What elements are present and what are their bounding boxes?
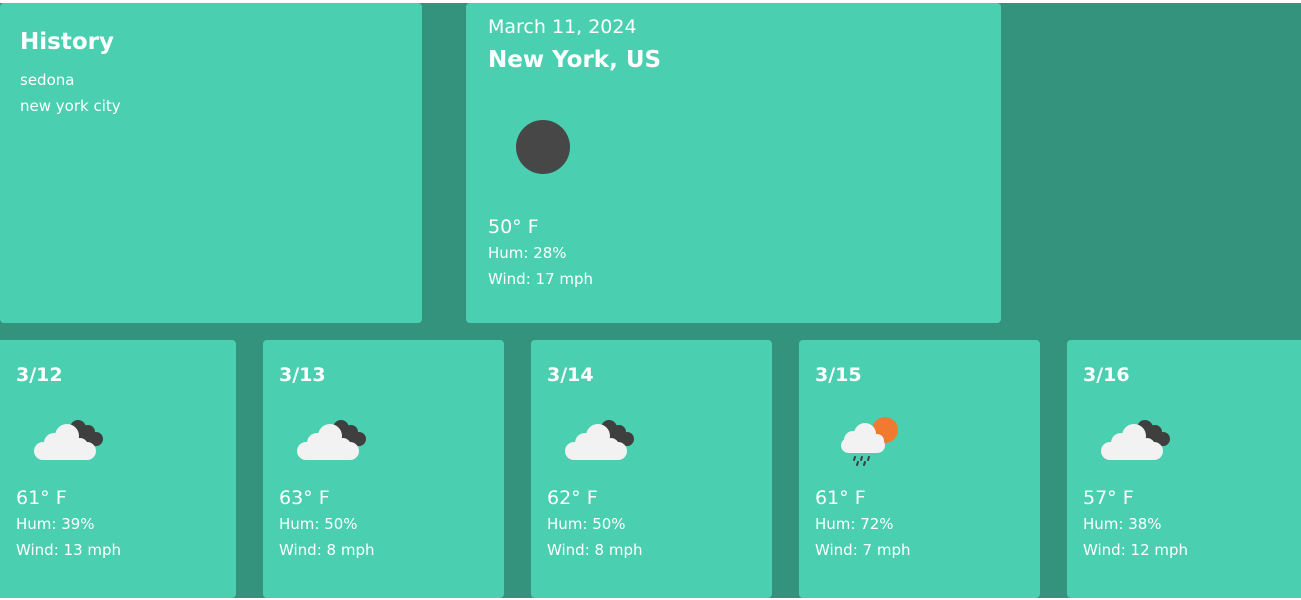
current-weather-card: March 11, 2024 New York, US 50° F Hum: 2… bbox=[466, 3, 1001, 323]
forecast-humidity: Hum: 39% bbox=[16, 515, 95, 533]
history-item-sedona[interactable]: sedona bbox=[20, 67, 402, 93]
rain-sun-icon bbox=[829, 406, 909, 466]
forecast-humidity: Hum: 72% bbox=[815, 515, 894, 533]
forecast-card: 3/14 62° F Hum: 50% Wind: 8 mph bbox=[531, 340, 772, 598]
forecast-date: 3/14 bbox=[547, 364, 594, 386]
current-wind: Wind: 17 mph bbox=[488, 270, 594, 288]
forecast-humidity: Hum: 38% bbox=[1083, 515, 1162, 533]
forecast-wind: Wind: 7 mph bbox=[815, 541, 911, 559]
history-title: History bbox=[20, 29, 114, 55]
forecast-date: 3/12 bbox=[16, 364, 63, 386]
cloudy-icon bbox=[561, 406, 641, 466]
forecast-date: 3/16 bbox=[1083, 364, 1130, 386]
forecast-temperature: 62° F bbox=[547, 487, 598, 509]
history-list: sedona new york city bbox=[20, 67, 402, 119]
cloudy-icon bbox=[30, 406, 110, 466]
forecast-card: 3/16 57° F Hum: 38% Wind: 12 mph bbox=[1067, 340, 1301, 598]
current-date: March 11, 2024 bbox=[488, 16, 637, 38]
current-humidity: Hum: 28% bbox=[488, 244, 567, 262]
forecast-temperature: 63° F bbox=[279, 487, 330, 509]
forecast-humidity: Hum: 50% bbox=[279, 515, 358, 533]
clear-night-moon-icon bbox=[515, 119, 571, 175]
forecast-temperature: 61° F bbox=[815, 487, 866, 509]
forecast-card: 3/12 61° F Hum: 39% Wind: 13 mph bbox=[0, 340, 236, 598]
forecast-card: 3/13 63° F Hum: 50% Wind: 8 mph bbox=[263, 340, 504, 598]
current-city: New York, US bbox=[488, 47, 662, 73]
current-temperature: 50° F bbox=[488, 216, 539, 238]
forecast-date: 3/15 bbox=[815, 364, 862, 386]
forecast-humidity: Hum: 50% bbox=[547, 515, 626, 533]
cloudy-icon bbox=[1097, 406, 1177, 466]
forecast-date: 3/13 bbox=[279, 364, 326, 386]
history-item-new-york-city[interactable]: new york city bbox=[20, 93, 402, 119]
forecast-wind: Wind: 12 mph bbox=[1083, 541, 1189, 559]
cloudy-icon bbox=[293, 406, 373, 466]
forecast-wind: Wind: 8 mph bbox=[547, 541, 643, 559]
forecast-temperature: 57° F bbox=[1083, 487, 1134, 509]
forecast-card: 3/15 61° F Hum: 72% Wind: 7 mph bbox=[799, 340, 1040, 598]
app-background: History sedona new york city March 11, 2… bbox=[0, 3, 1301, 598]
history-panel: History sedona new york city bbox=[0, 3, 422, 323]
forecast-wind: Wind: 13 mph bbox=[16, 541, 122, 559]
forecast-temperature: 61° F bbox=[16, 487, 67, 509]
forecast-wind: Wind: 8 mph bbox=[279, 541, 375, 559]
